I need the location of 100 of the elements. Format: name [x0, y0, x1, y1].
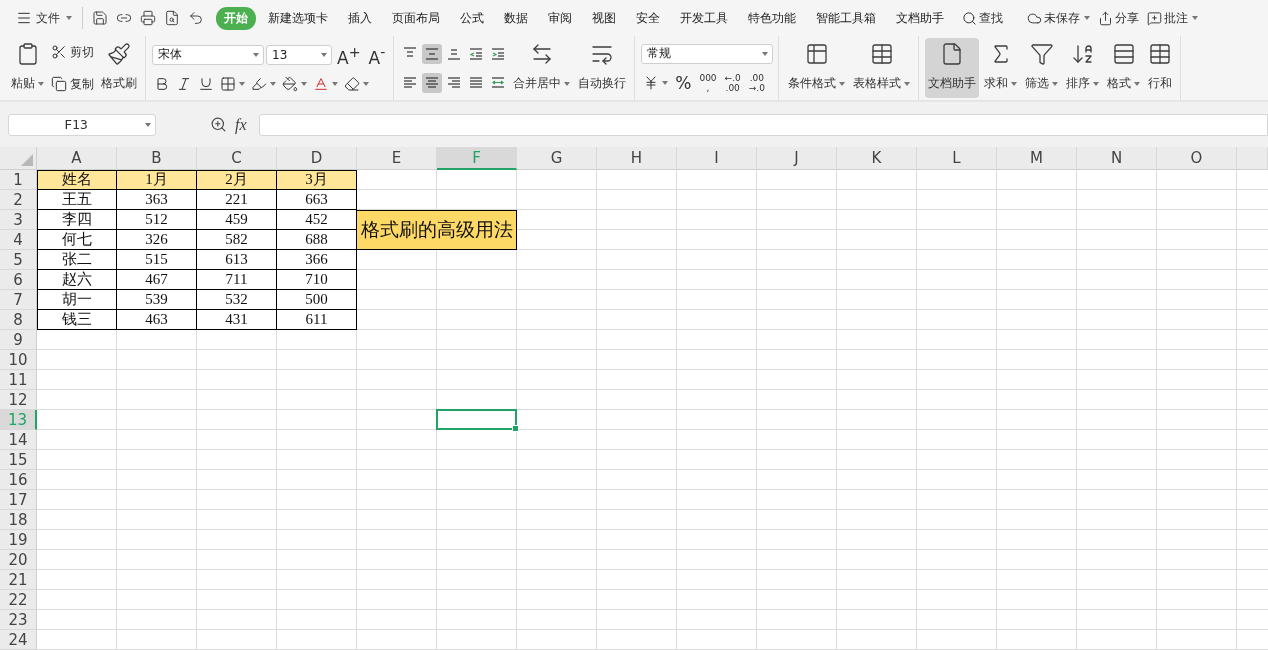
formula-input[interactable] [258, 113, 1268, 136]
fill-handle[interactable] [512, 425, 519, 432]
zoom-icon[interactable] [210, 116, 227, 133]
table-cell: 512 [117, 210, 197, 230]
toolbar-button[interactable] [422, 43, 443, 64]
row-header[interactable]: 8 [0, 310, 37, 330]
distribute-icon [490, 74, 507, 91]
ribbon-tab[interactable]: 审阅 [540, 6, 580, 30]
row-header[interactable]: 24 [0, 630, 37, 650]
row-header[interactable]: 7 [0, 290, 37, 310]
comment-button[interactable]: 批注 [1144, 7, 1201, 29]
table-cell: 钱三 [37, 310, 117, 330]
ribbon-tab[interactable]: 新建选项卡 [260, 6, 336, 30]
row-header[interactable]: 17 [0, 490, 37, 510]
ribbon-button[interactable]: 筛选 [1022, 38, 1062, 98]
row-header[interactable]: 16 [0, 470, 37, 490]
row-header[interactable]: 4 [0, 230, 37, 250]
ribbon-button[interactable]: 求和 [981, 38, 1021, 98]
toolbar-button[interactable] [422, 72, 443, 93]
row-header[interactable]: 22 [0, 590, 37, 610]
column-header[interactable]: I [677, 147, 757, 170]
row-header[interactable]: 2 [0, 190, 37, 210]
comment-icon [1147, 10, 1162, 26]
row-header[interactable]: 11 [0, 370, 37, 390]
cloud-icon [1027, 10, 1042, 26]
ribbon-tab[interactable]: 特色功能 [740, 6, 804, 30]
ribbon-button[interactable]: 行和 [1145, 38, 1176, 98]
function-label[interactable]: fx [235, 115, 247, 134]
row-header[interactable]: 3 [0, 210, 37, 230]
ribbon-tab[interactable]: 开发工具 [672, 6, 736, 30]
row-header[interactable]: 6 [0, 270, 37, 290]
format-button[interactable]: 000 , [696, 72, 720, 93]
search-button[interactable]: 查找 [959, 7, 1006, 29]
column-header[interactable]: J [757, 147, 837, 170]
row-header[interactable]: 9 [0, 330, 37, 350]
row-header[interactable]: 18 [0, 510, 37, 530]
column-header[interactable]: G [517, 147, 597, 170]
ribbon-tab[interactable]: 视图 [584, 6, 624, 30]
ribbon-button[interactable]: 排序 [1063, 38, 1103, 98]
column-header[interactable]: L [917, 147, 997, 170]
table-cell: 613 [197, 250, 277, 270]
ribbon-button[interactable]: 文档助手 [925, 38, 980, 98]
ribbon-button[interactable]: 格式刷 [98, 38, 140, 98]
share-button[interactable]: 分享 [1095, 7, 1142, 29]
align-right-icon [446, 74, 463, 91]
ribbon-button[interactable]: 剪切 [49, 41, 96, 63]
file-menu[interactable]: 文件 [12, 7, 76, 29]
column-header[interactable]: E [357, 147, 437, 170]
row-header[interactable]: 20 [0, 550, 37, 570]
caret-icon [1084, 16, 1090, 20]
row-header[interactable]: 21 [0, 570, 37, 590]
ribbon-button[interactable]: 粘贴 [8, 38, 47, 98]
ribbon-tab[interactable]: 页面布局 [384, 6, 448, 30]
row-header[interactable]: 19 [0, 530, 37, 550]
dropdown-field[interactable]: 宋体 [152, 44, 264, 65]
column-header[interactable]: H [597, 147, 677, 170]
column-header[interactable]: B [117, 147, 197, 170]
format-button[interactable]: A$^{+}$ [334, 42, 364, 68]
row-header[interactable]: 5 [0, 250, 37, 270]
name-box[interactable]: F13 [8, 113, 156, 136]
column-header[interactable]: A [37, 147, 117, 170]
ribbon-tab[interactable]: 数据 [496, 6, 536, 30]
ribbon-tab[interactable]: 安全 [628, 6, 668, 30]
row-header[interactable]: 23 [0, 610, 37, 630]
column-header[interactable]: M [997, 147, 1077, 170]
ribbon-tab[interactable]: 插入 [340, 6, 380, 30]
ribbon-tab[interactable]: 文档助手 [888, 6, 952, 30]
row-header[interactable]: 14 [0, 430, 37, 450]
format-button[interactable]: % [672, 72, 695, 93]
format-button[interactable]: ←.0 .00 [721, 72, 744, 93]
ribbon-button[interactable]: 自动换行 [575, 38, 630, 98]
dropdown-field[interactable]: 13 [266, 44, 332, 65]
column-header[interactable]: K [837, 147, 917, 170]
row-header[interactable]: 12 [0, 390, 37, 410]
increase-indent-icon [490, 45, 507, 62]
row-header[interactable]: 15 [0, 450, 37, 470]
ribbon-button[interactable]: 条件格式 [785, 38, 849, 98]
row-header[interactable]: 1 [0, 170, 37, 190]
ribbon-tab[interactable]: 智能工具箱 [808, 6, 884, 30]
active-cell[interactable] [436, 409, 517, 430]
caret-icon [321, 52, 327, 57]
ribbon-tab[interactable]: 公式 [452, 6, 492, 30]
dropdown-field[interactable]: 常规 [641, 43, 774, 64]
format-button[interactable]: A$^{-}$ [365, 42, 389, 68]
row-header[interactable]: 10 [0, 350, 37, 370]
ribbon-button[interactable]: 格式 [1104, 38, 1144, 98]
column-header[interactable]: O [1157, 147, 1237, 170]
ribbon-button[interactable]: 合并居中 [510, 38, 574, 98]
filter-icon [1029, 42, 1054, 66]
format-button[interactable]: .00 →.0 [745, 72, 768, 93]
align-center-icon [424, 74, 441, 91]
ribbon-button[interactable]: 复制 [49, 73, 96, 95]
ribbon-button[interactable]: 表格样式 [850, 38, 914, 98]
column-header[interactable]: D [277, 147, 357, 170]
column-header[interactable]: C [197, 147, 277, 170]
save-status-button[interactable]: 未保存 [1024, 7, 1093, 29]
header-cell: 1月 [117, 170, 197, 190]
menu-icon [16, 10, 32, 26]
caret-icon [253, 52, 259, 57]
column-header[interactable]: N [1077, 147, 1157, 170]
